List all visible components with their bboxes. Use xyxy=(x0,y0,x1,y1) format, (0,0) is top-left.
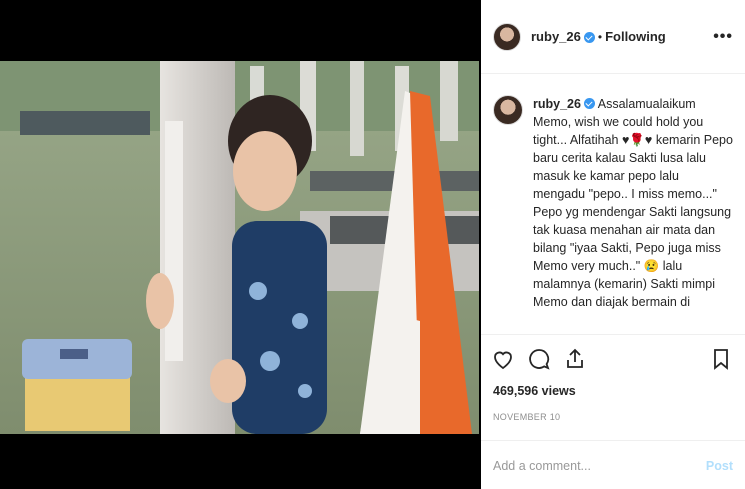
add-comment-bar: Post xyxy=(493,450,733,482)
avatar[interactable] xyxy=(493,22,521,51)
following-button[interactable]: Following xyxy=(605,29,666,44)
caption-text: Assalamualaikum Memo, wish we could hold… xyxy=(533,97,733,309)
post-detail-panel: ruby_26 • Following ••• ruby_26 Assalamu… xyxy=(481,0,745,489)
post-comment-button[interactable]: Post xyxy=(706,459,733,473)
caption: ruby_26 Assalamualaikum Memo, wish we co… xyxy=(493,95,733,335)
bookmark-icon[interactable] xyxy=(709,347,733,371)
cemetery-photo-image xyxy=(0,61,479,434)
actions-divider xyxy=(481,334,745,335)
caption-avatar[interactable] xyxy=(493,95,523,125)
post-media xyxy=(0,0,479,489)
heart-icon[interactable] xyxy=(491,347,515,371)
comment-icon[interactable] xyxy=(527,347,551,371)
share-icon[interactable] xyxy=(563,347,587,371)
verified-badge-icon xyxy=(583,32,595,43)
view-count[interactable]: 469,596 views xyxy=(493,384,576,398)
comment-divider xyxy=(481,440,745,441)
caption-body: ruby_26 Assalamualaikum Memo, wish we co… xyxy=(533,95,733,335)
separator-dot: • xyxy=(597,29,603,44)
action-bar xyxy=(491,344,733,374)
more-options-icon[interactable]: ••• xyxy=(713,28,733,46)
header-username[interactable]: ruby_26 xyxy=(531,29,581,44)
post-photo[interactable] xyxy=(0,61,479,434)
add-comment-input[interactable] xyxy=(493,459,706,473)
post-header: ruby_26 • Following ••• xyxy=(481,0,745,74)
caption-verified-badge-icon xyxy=(583,98,595,109)
post-date: NOVEMBER 10 xyxy=(493,412,561,422)
caption-username[interactable]: ruby_26 xyxy=(533,97,581,111)
